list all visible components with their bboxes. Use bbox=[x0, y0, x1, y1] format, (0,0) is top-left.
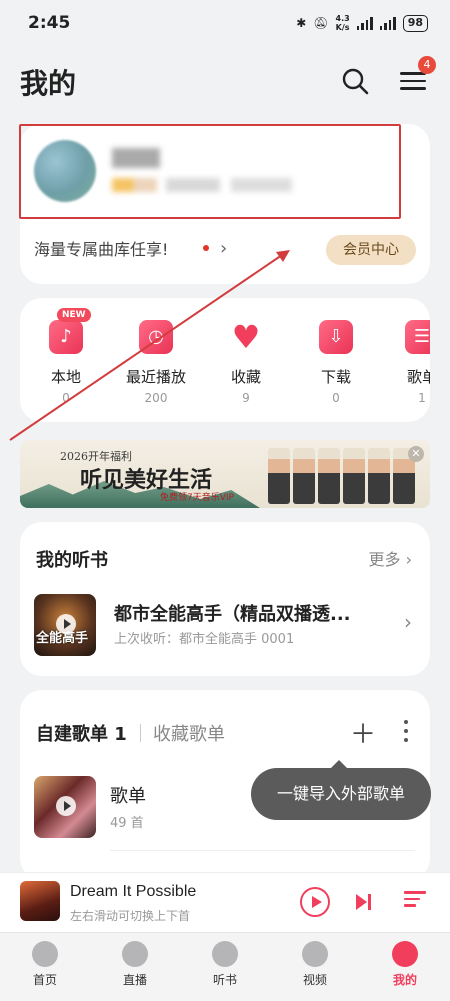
mini-player[interactable]: Dream It Possible 左右滑动可切换上下首 bbox=[0, 872, 450, 932]
quick-item-playlists[interactable]: ☰ 歌单 1 bbox=[382, 320, 430, 405]
quick-item-label: 歌单 bbox=[406, 368, 430, 386]
notification-badge: 4 bbox=[418, 56, 436, 74]
download-icon: ⇩ bbox=[319, 320, 353, 354]
bottom-tab-bar: 首页 直播 听书 视频 我的 bbox=[0, 932, 450, 1001]
more-options-icon[interactable] bbox=[404, 720, 410, 747]
net-speed-value: 4.3 bbox=[335, 14, 350, 23]
quick-item-count: 9 bbox=[242, 391, 250, 405]
tab-label: 直播 bbox=[122, 973, 147, 987]
tab-label: 听书 bbox=[212, 973, 237, 987]
profile-icon bbox=[392, 941, 418, 967]
quick-item-label: 最近播放 bbox=[125, 368, 186, 386]
banner-portraits bbox=[268, 448, 415, 504]
home-icon bbox=[32, 941, 58, 967]
heart-icon: ♥ bbox=[231, 318, 261, 356]
close-icon[interactable]: ✕ bbox=[408, 446, 424, 462]
vip-center-button[interactable]: 会员中心 bbox=[326, 235, 416, 265]
playlist-song-count: 49 首 bbox=[110, 816, 144, 831]
quick-item-count: 0 bbox=[332, 391, 340, 405]
tab-live[interactable]: 直播 bbox=[90, 933, 180, 1001]
mute-icon: 🔕︎ bbox=[313, 16, 329, 30]
battery-indicator: 98 bbox=[402, 14, 428, 32]
quick-item-label: 下载 bbox=[320, 368, 351, 386]
audiobook-cover[interactable]: 全能高手 bbox=[34, 594, 96, 656]
audiobook-title[interactable]: 都市全能高手（精品双播透... bbox=[114, 600, 351, 626]
menu-icon[interactable]: 4 bbox=[400, 56, 436, 96]
tab-label: 首页 bbox=[32, 973, 57, 987]
chevron-right-icon[interactable]: › bbox=[220, 238, 227, 259]
play-icon bbox=[56, 796, 76, 816]
chevron-right-icon[interactable]: › bbox=[404, 610, 412, 634]
more-link[interactable]: 更多 › bbox=[369, 546, 413, 570]
tab-divider bbox=[140, 724, 141, 742]
red-dot-indicator bbox=[203, 245, 209, 251]
now-playing-cover[interactable] bbox=[20, 881, 60, 921]
playlist-name[interactable]: 歌单 bbox=[110, 782, 146, 808]
quick-item-favorites[interactable]: ♥ 收藏 9 bbox=[206, 320, 286, 405]
next-track-icon[interactable] bbox=[356, 893, 374, 911]
video-icon bbox=[302, 941, 328, 967]
quick-item-downloads[interactable]: ⇩ 下载 0 bbox=[296, 320, 376, 405]
now-playing-hint: 左右滑动可切换上下首 bbox=[70, 909, 191, 923]
new-badge: NEW bbox=[57, 308, 91, 322]
more-label: 更多 bbox=[368, 550, 401, 569]
quick-item-label: 本地 bbox=[50, 368, 81, 386]
quick-item-count: 200 bbox=[144, 391, 168, 405]
signal-icon bbox=[356, 16, 373, 30]
net-speed: 4.3 K/s bbox=[336, 14, 350, 32]
playlist-icon: ☰ bbox=[405, 320, 430, 354]
tab-home[interactable]: 首页 bbox=[0, 933, 90, 1001]
podcast-icon bbox=[212, 941, 238, 967]
section-title: 我的听书 bbox=[36, 550, 108, 571]
vip-promo-text[interactable]: 海量专属曲库任享! bbox=[34, 236, 168, 260]
signal-icon-2 bbox=[379, 16, 396, 30]
quick-item-count: 1 bbox=[418, 391, 426, 405]
playlist-cover[interactable] bbox=[34, 776, 96, 838]
play-button[interactable] bbox=[300, 887, 330, 917]
play-icon bbox=[56, 614, 76, 634]
status-bar: 2:45 ✱ 🔕︎ 4.3 K/s 98 bbox=[0, 0, 450, 46]
net-speed-unit: K/s bbox=[335, 23, 350, 32]
tab-label: 视频 bbox=[302, 973, 327, 987]
tab-video[interactable]: 视频 bbox=[270, 933, 360, 1001]
audiobook-last-listened: 上次收听：都市全能高手 0001 bbox=[114, 632, 295, 647]
status-time: 2:45 bbox=[28, 13, 71, 33]
tab-created-playlists[interactable]: 自建歌单 1 bbox=[36, 720, 127, 746]
status-icons: ✱ 🔕︎ 4.3 K/s 98 bbox=[296, 14, 428, 32]
search-icon[interactable] bbox=[340, 66, 370, 96]
promo-banner[interactable]: 2026开年福利 听见美好生活 免费领7天音乐VIP ✕ bbox=[20, 440, 430, 508]
tab-collected-playlists[interactable]: 收藏歌单 bbox=[153, 720, 225, 746]
playlist-queue-icon[interactable] bbox=[404, 891, 426, 911]
annotation-highlight-box bbox=[19, 124, 401, 219]
quick-item-recent[interactable]: ◷ 最近播放 200 bbox=[116, 320, 196, 405]
bluetooth-icon: ✱ bbox=[296, 16, 307, 30]
tab-label: 我的 bbox=[392, 973, 417, 987]
divider bbox=[110, 850, 415, 851]
live-icon bbox=[122, 941, 148, 967]
add-playlist-icon[interactable]: ＋ bbox=[350, 714, 376, 751]
music-note-icon: ♪ NEW bbox=[49, 308, 91, 354]
quick-item-label: 收藏 bbox=[230, 368, 261, 386]
banner-subtext: 免费领7天音乐VIP bbox=[160, 493, 234, 503]
clock-icon: ◷ bbox=[139, 320, 173, 354]
page-header: 我的 4 bbox=[0, 56, 450, 108]
import-playlist-tooltip[interactable]: 一键导入外部歌单 bbox=[251, 760, 431, 820]
tab-me[interactable]: 我的 bbox=[360, 933, 450, 1001]
now-playing-title: Dream It Possible bbox=[70, 883, 197, 900]
audiobook-section: 我的听书 更多 › 全能高手 都市全能高手（精品双播透... 上次收听：都市全能… bbox=[20, 522, 430, 676]
quick-access-row: ♪ NEW 本地 0 ◷ 最近播放 200 ♥ 收藏 9 ⇩ 下载 0 ☰ 歌单 … bbox=[20, 298, 430, 422]
page-title: 我的 bbox=[20, 67, 77, 100]
quick-item-count: 0 bbox=[62, 391, 70, 405]
quick-item-local[interactable]: ♪ NEW 本地 0 bbox=[26, 308, 106, 405]
tab-audiobooks[interactable]: 听书 bbox=[180, 933, 270, 1001]
